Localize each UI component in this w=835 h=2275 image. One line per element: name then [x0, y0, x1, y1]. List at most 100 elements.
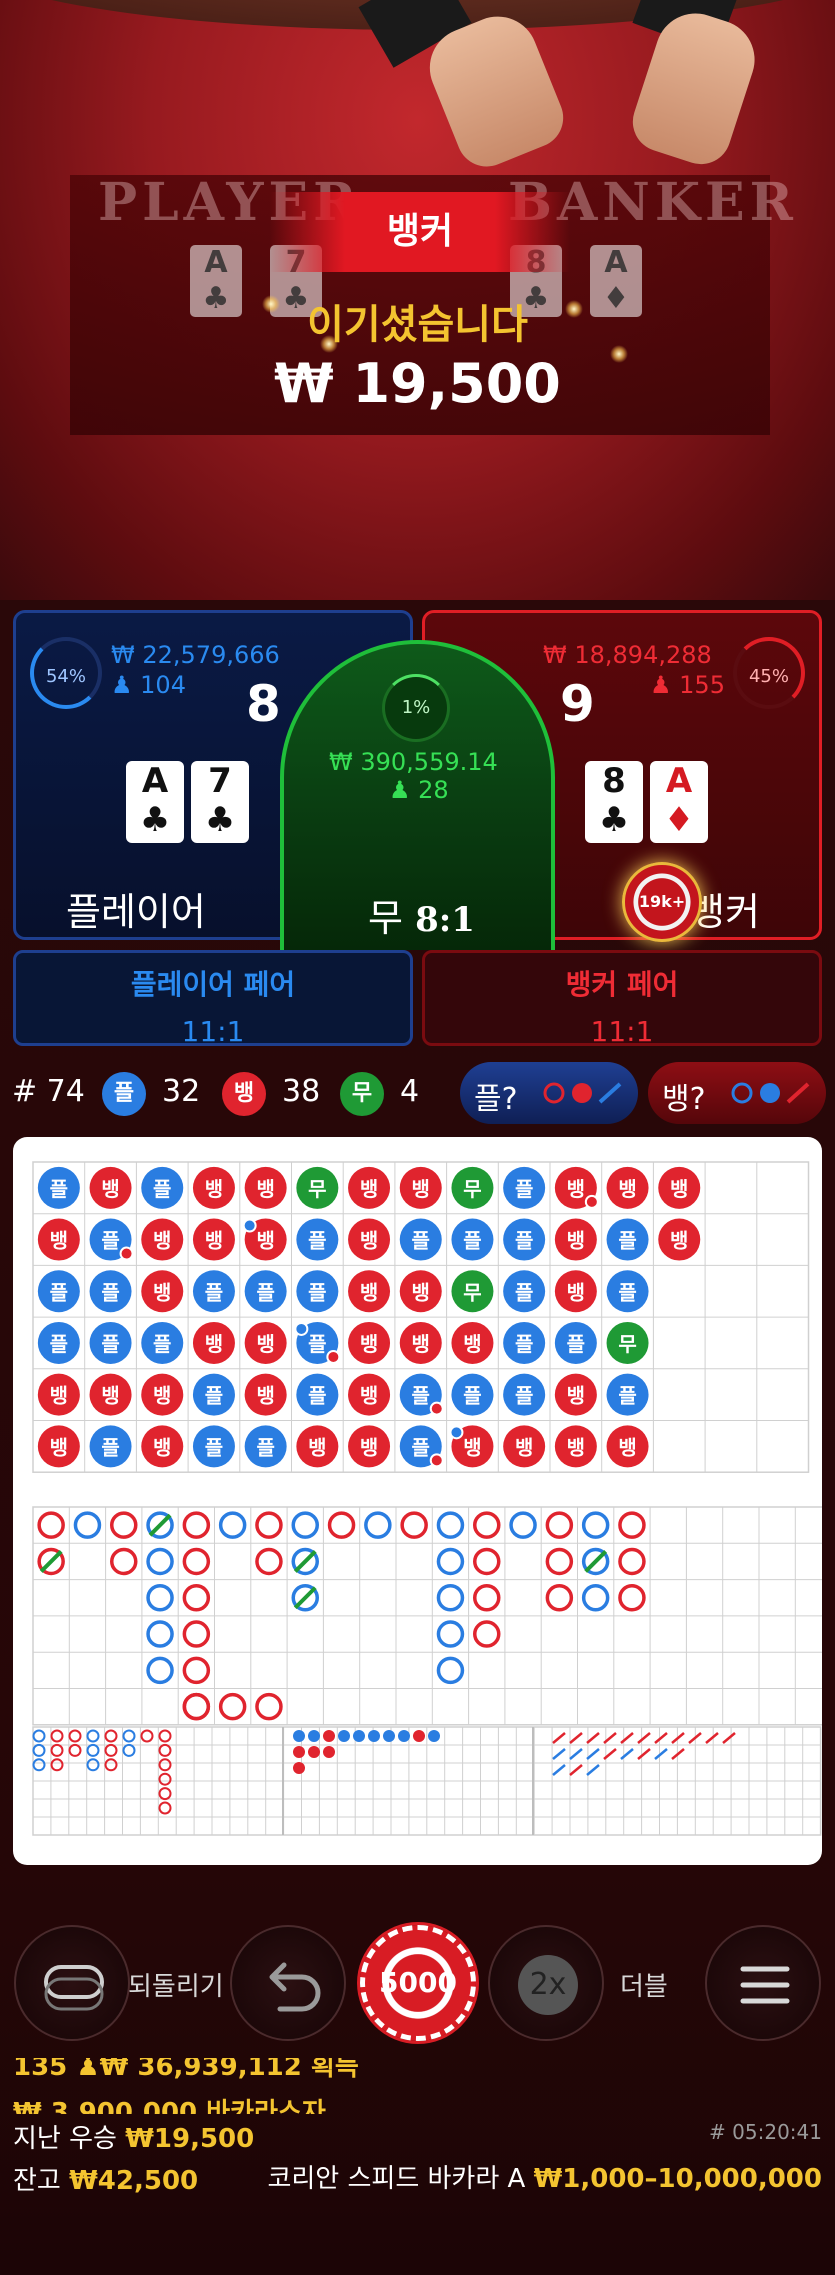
- scoreboard-roads[interactable]: 플뱅플뱅뱅무뱅뱅무플뱅뱅뱅뱅플뱅뱅뱅플뱅플플플뱅플뱅플플뱅플플플뱅뱅무플뱅플플플…: [13, 1137, 833, 1865]
- bead-label: 무: [308, 1177, 326, 1201]
- win-message: 이기셨습니다: [307, 302, 528, 348]
- bead-label: 플: [50, 1177, 68, 1201]
- undo-icon: [269, 1962, 321, 2012]
- bead-label: 뱅: [256, 1229, 274, 1253]
- table-limits: ₩1,000–10,000,000: [533, 2164, 822, 2194]
- player-stat-ball: 플: [102, 1072, 146, 1116]
- bead-label: 뱅: [412, 1280, 430, 1304]
- bead-label: 뱅: [670, 1229, 688, 1253]
- person-icon: ♟: [389, 776, 411, 804]
- bead-label: 뱅: [360, 1384, 378, 1408]
- tie-bet-area[interactable]: 1% ₩ 390,559.14 ♟ 28 무 8:1: [280, 640, 555, 950]
- player-score: 8: [246, 675, 281, 733]
- bead-label: 뱅: [50, 1229, 68, 1253]
- bead-label: 뱅: [101, 1177, 119, 1201]
- banker-pair-bet[interactable]: 뱅커 페어 11:1: [422, 950, 822, 1048]
- pair-dot: [326, 1349, 341, 1364]
- player-card-2: 7 ♣: [191, 761, 249, 843]
- bead-label: 플: [153, 1332, 171, 1356]
- pair-dot: [242, 1218, 257, 1233]
- bead-label: 뱅: [205, 1229, 223, 1253]
- player-label: 플레이어: [66, 890, 206, 934]
- banker-pair-label: 뱅커 페어: [565, 968, 679, 1001]
- bead-label: 뱅: [412, 1177, 430, 1201]
- menu-button[interactable]: [705, 1925, 821, 2041]
- bead-label: 뱅: [256, 1384, 274, 1408]
- round-number: # 74: [12, 1074, 85, 1109]
- small-road-mark: [308, 1730, 320, 1742]
- chat-icon: [44, 1965, 104, 2011]
- ticker-line-1: 135 ♟₩ 36,939,112 획득: [13, 2058, 359, 2082]
- banker-ask-button[interactable]: 뱅?: [648, 1062, 826, 1124]
- player-percent-ring: 54%: [30, 637, 102, 709]
- bead-label: 플: [515, 1384, 533, 1408]
- table-info: 코리안 스피드 바카라 A ₩1,000–10,000,000: [267, 2158, 822, 2195]
- bead-label: 플: [256, 1435, 274, 1459]
- player-ask-button[interactable]: 플?: [460, 1062, 638, 1124]
- winner-banner: 뱅커: [270, 192, 570, 272]
- banker-stat-ball: 뱅: [222, 1072, 266, 1116]
- bead-label: 뱅: [618, 1435, 636, 1459]
- player-bettor-count: ♟ 104: [111, 671, 186, 699]
- bead-label: 플: [205, 1384, 223, 1408]
- double-icon: 2x: [518, 1955, 578, 2015]
- balance: 잔고 ₩42,500: [13, 2160, 198, 2197]
- undo-button[interactable]: [230, 1925, 346, 2041]
- chat-button[interactable]: [14, 1925, 130, 2041]
- small-road-mark: [323, 1746, 335, 1758]
- pair-dot: [294, 1321, 309, 1336]
- small-road-mark: [293, 1730, 305, 1742]
- placed-chip-19k: 19k+: [622, 862, 702, 942]
- double-button[interactable]: 2x: [488, 1925, 604, 2041]
- chip-selector-5000[interactable]: 5000: [360, 1925, 476, 2041]
- bead-label: 뱅: [567, 1229, 585, 1253]
- bead-label: 뱅: [670, 1177, 688, 1201]
- bead-label: 뱅: [360, 1332, 378, 1356]
- pair-dot: [584, 1194, 599, 1209]
- bead-label: 뱅: [205, 1177, 223, 1201]
- banker-ask-label: 뱅?: [662, 1082, 706, 1117]
- bead-label: 플: [308, 1280, 326, 1304]
- bead-label: 플: [101, 1229, 119, 1253]
- player-pair-odds: 11:1: [181, 1015, 245, 1048]
- bead-label: 뱅: [50, 1384, 68, 1408]
- bead-label: 플: [205, 1280, 223, 1304]
- bead-label: 무: [463, 1177, 481, 1201]
- bead-label: 플: [412, 1384, 430, 1408]
- banker-win-count: 38: [282, 1074, 321, 1109]
- game-screen: { "result": { "table_player_word": "PLAY…: [0, 0, 835, 2275]
- round-time: # 05:20:41: [709, 2120, 822, 2144]
- bead-label: 무: [618, 1332, 636, 1356]
- win-amount: ₩ 19,500: [274, 352, 561, 415]
- bead-label: 플: [153, 1177, 171, 1201]
- player-pair-label: 플레이어 페어: [130, 968, 296, 1001]
- bead-label: 뱅: [256, 1332, 274, 1356]
- bead-label: 플: [412, 1435, 430, 1459]
- bead-label: 플: [50, 1280, 68, 1304]
- bead-label: 플: [463, 1229, 481, 1253]
- bead-label: 플: [567, 1332, 585, 1356]
- ticker-line-2: ₩ 3,900,000 바카라스자: [13, 2098, 326, 2114]
- banker-bettor-count: ♟ 155: [650, 671, 725, 699]
- bead-label: 플: [463, 1384, 481, 1408]
- bead-label: 플: [515, 1280, 533, 1304]
- bead-label: 플: [205, 1435, 223, 1459]
- bead-label: 플: [515, 1177, 533, 1201]
- bead-label: 무: [463, 1280, 481, 1304]
- dealer-hand-right: [625, 3, 765, 172]
- bead-label: 뱅: [567, 1384, 585, 1408]
- player-ask-label: 플?: [474, 1082, 518, 1117]
- predict-marks-icon: [731, 1082, 810, 1104]
- last-win: 지난 우승 ₩19,500: [13, 2118, 254, 2155]
- person-icon: ♟: [111, 671, 133, 699]
- player-pair-bet[interactable]: 플레이어 페어 11:1: [13, 950, 413, 1048]
- small-road-mark: [353, 1730, 365, 1742]
- bead-label: 플: [618, 1384, 636, 1408]
- hamburger-icon: [740, 1966, 790, 2004]
- bead-label: 플: [308, 1332, 326, 1356]
- bead-label: 뱅: [567, 1435, 585, 1459]
- bead-label: 뱅: [153, 1384, 171, 1408]
- tie-percent-ring: 1%: [382, 674, 450, 742]
- bead-label: 뱅: [360, 1177, 378, 1201]
- player-total-bet: ₩ 22,579,666: [111, 641, 280, 669]
